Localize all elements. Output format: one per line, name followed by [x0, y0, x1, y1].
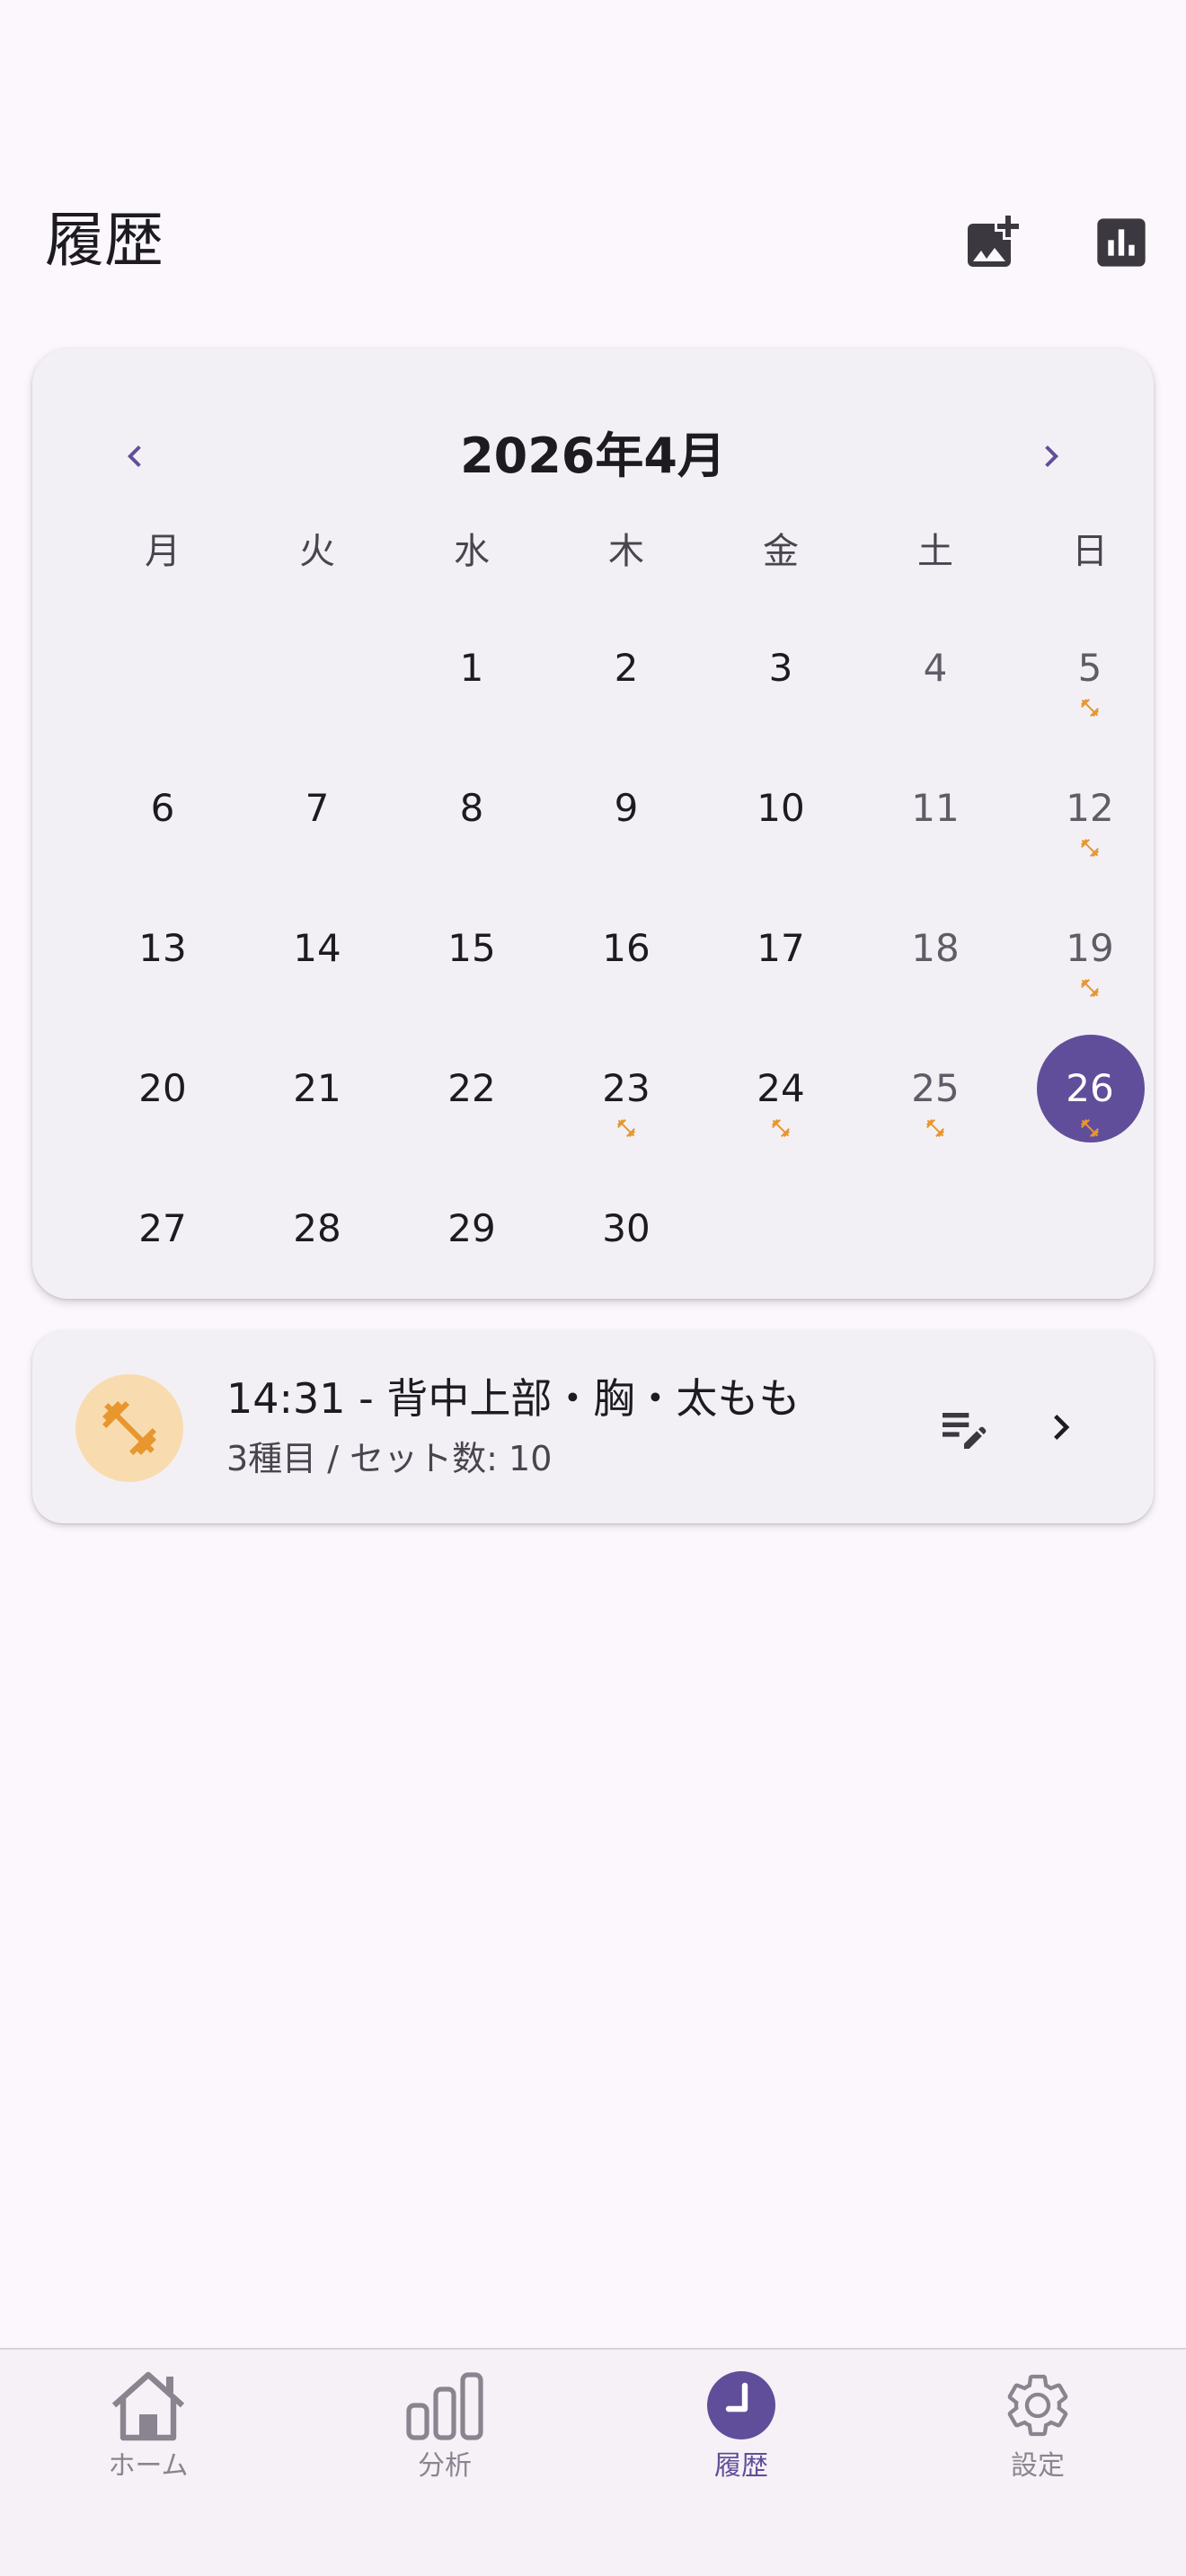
nav-label-history: 履歴 [714, 2450, 768, 2482]
day-number: 9 [614, 786, 639, 830]
home-icon [111, 2371, 185, 2441]
workout-entry-card[interactable]: 14:31 - 背中上部・胸・太もも 3種目 / セット数: 10 [32, 1331, 1154, 1523]
calendar-day-21[interactable]: 21 [240, 1062, 394, 1202]
day-number: 24 [757, 1066, 805, 1110]
dumbbell-icon [102, 1401, 156, 1455]
nav-item-home[interactable]: ホーム [0, 2350, 296, 2576]
workout-subtitle: 3種目 / セット数: 10 [226, 1439, 553, 1478]
calendar-grid: 1 2 3 4 5 6 7 8 9 10 11 12 13 14 15 16 17 18 19 20 21 22 23 24 2… [32, 348, 1154, 1299]
day-number: 17 [757, 926, 805, 970]
edit-workout-button[interactable] [924, 1387, 1005, 1468]
history-screen: 履歴 2026年4月 月火水木金土日 1 2 3 4 5 6 7 8 9 10 … [0, 0, 1186, 2576]
bottom-navigation: ホーム 分析 履歴 設定 [0, 2348, 1186, 2576]
calendar-day-4[interactable]: 4 [858, 641, 1013, 781]
calendar-day-9[interactable]: 9 [549, 781, 704, 922]
calendar-day-26[interactable]: 26 [1013, 1035, 1167, 1202]
day-number: 22 [447, 1066, 496, 1110]
workout-marker-icon [1079, 837, 1101, 859]
calendar-day-2[interactable]: 2 [549, 641, 704, 781]
calendar-day-11[interactable]: 11 [858, 781, 1013, 922]
day-number: 2 [614, 646, 639, 690]
calendar-day-12[interactable]: 12 [1013, 781, 1167, 922]
workout-avatar [75, 1374, 183, 1482]
workout-marker-icon [1079, 1117, 1101, 1139]
app-bar: 履歴 [0, 180, 1186, 305]
workout-marker-icon [615, 1117, 637, 1139]
day-number: 4 [923, 646, 948, 690]
history-icon [707, 2371, 775, 2439]
workout-marker-icon [1079, 697, 1101, 719]
calendar-day-16[interactable]: 16 [549, 922, 704, 1062]
calendar-day-25[interactable]: 25 [858, 1062, 1013, 1202]
calendar-day-7[interactable]: 7 [240, 781, 394, 922]
nav-item-analysis[interactable]: 分析 [296, 2350, 593, 2576]
calendar-day-22[interactable]: 22 [394, 1062, 549, 1202]
day-number: 10 [757, 786, 805, 830]
calendar-day-5[interactable]: 5 [1013, 641, 1167, 781]
day-number: 25 [911, 1066, 960, 1110]
add-image-button[interactable] [947, 198, 1037, 287]
workout-marker-icon [1079, 977, 1101, 999]
calendar-day-14[interactable]: 14 [240, 922, 394, 1062]
day-number: 30 [602, 1206, 651, 1250]
calendar-day-3[interactable]: 3 [704, 641, 858, 781]
calendar-day-20[interactable]: 20 [85, 1062, 240, 1202]
day-number: 3 [768, 646, 793, 690]
day-number: 14 [293, 926, 341, 970]
calendar-day-17[interactable]: 17 [704, 922, 858, 1062]
day-number: 7 [305, 786, 330, 830]
bar-chart-icon [1097, 218, 1146, 267]
calendar-day-18[interactable]: 18 [858, 922, 1013, 1062]
edit-note-icon [943, 1413, 987, 1449]
day-number: 28 [293, 1206, 341, 1250]
workout-marker-icon [770, 1117, 792, 1139]
day-number: 16 [602, 926, 651, 970]
workout-title: 14:31 - 背中上部・胸・太もも [226, 1374, 801, 1423]
day-number: 20 [138, 1066, 187, 1110]
day-number: 12 [1066, 786, 1114, 830]
day-number: 21 [293, 1066, 341, 1110]
day-number: 29 [447, 1206, 496, 1250]
bar-chart-icon [406, 2372, 483, 2440]
day-number: 1 [459, 646, 484, 690]
day-number: 15 [447, 926, 496, 970]
day-number: 5 [1077, 646, 1102, 690]
calendar-card: 2026年4月 月火水木金土日 1 2 3 4 5 6 7 8 9 10 11 12 13 14 15 16 1… [32, 348, 1154, 1299]
gear-icon [1007, 2374, 1068, 2437]
day-number: 19 [1066, 926, 1114, 970]
nav-label-analysis: 分析 [418, 2450, 472, 2482]
calendar-day-28[interactable]: 28 [240, 1202, 394, 1342]
calendar-day-13[interactable]: 13 [85, 922, 240, 1062]
chevron-right-icon [1054, 1415, 1070, 1440]
add-photo-icon [968, 216, 1019, 267]
nav-label-settings: 設定 [1011, 2450, 1065, 2482]
day-number: 26 [1066, 1066, 1114, 1110]
calendar-day-10[interactable]: 10 [704, 781, 858, 922]
open-workout-button[interactable] [1021, 1387, 1102, 1468]
day-number: 23 [602, 1066, 651, 1110]
day-number: 18 [911, 926, 960, 970]
calendar-day-30[interactable]: 30 [549, 1202, 704, 1342]
calendar-day-8[interactable]: 8 [394, 781, 549, 922]
calendar-day-29[interactable]: 29 [394, 1202, 549, 1342]
day-number: 27 [138, 1206, 187, 1250]
workout-marker-icon [925, 1117, 946, 1139]
stats-button[interactable] [1076, 198, 1166, 287]
calendar-day-6[interactable]: 6 [85, 781, 240, 922]
calendar-day-27[interactable]: 27 [85, 1202, 240, 1342]
nav-item-history[interactable]: 履歴 [593, 2350, 890, 2576]
day-number: 8 [459, 786, 484, 830]
nav-item-settings[interactable]: 設定 [890, 2350, 1186, 2576]
page-title: 履歴 [45, 206, 164, 275]
calendar-day-23[interactable]: 23 [549, 1062, 704, 1202]
calendar-day-1[interactable]: 1 [394, 641, 549, 781]
nav-label-home: ホーム [108, 2450, 189, 2482]
day-number: 11 [911, 786, 960, 830]
calendar-day-24[interactable]: 24 [704, 1062, 858, 1202]
day-number: 13 [138, 926, 187, 970]
calendar-day-15[interactable]: 15 [394, 922, 549, 1062]
day-number: 6 [150, 786, 175, 830]
